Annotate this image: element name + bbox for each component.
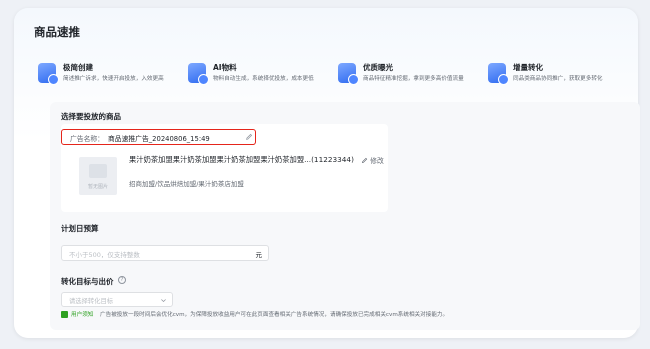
campaign-card: 商品速推 极简创建 简述推广诉求，快速开启投放，入效更高 AI物料 物料自动生成… xyxy=(14,8,640,338)
image-placeholder-icon xyxy=(89,164,107,178)
budget-placeholder: 不小于500，仅支持整数 xyxy=(69,251,140,259)
feature-quality-exposure: 优质曝光 商品特征精准挖掘，拿到更多高价值流量 xyxy=(338,61,488,87)
goal-section-label: 转化目标与出价 xyxy=(61,276,114,287)
feature-ai-material: AI物料 物料自动生成，系统择优投放，成本更低 xyxy=(188,61,338,87)
select-placeholder: 请选择转化目标 xyxy=(69,298,114,305)
product-title: 果汁奶茶加盟果汁奶茶加盟果汁奶茶加盟果汁奶茶加盟...(11223344) xyxy=(129,155,354,164)
goal-label-text: 转化目标与出价 xyxy=(61,277,114,286)
ad-name-field[interactable]: 广告名称： 商品速推广告_20240806_15:49 xyxy=(61,129,256,145)
ai-material-icon xyxy=(188,63,209,85)
notice-text: 广告被投放一段时间后会优化cvm，为保障投放收益用户可在此页面查看相关广告系统情… xyxy=(100,312,449,318)
help-icon[interactable]: ? xyxy=(118,276,126,284)
ad-name-label: 广告名称： xyxy=(70,135,104,143)
product-categories: 招商加盟/饮品烘焙加盟/果汁奶茶店加盟 xyxy=(129,180,244,188)
feature-title: 优质曝光 xyxy=(363,63,393,72)
product-image-placeholder: 暂无图片 xyxy=(79,157,117,195)
conversion-goal-select[interactable]: 请选择转化目标 xyxy=(61,292,173,307)
notice-title: 用户须知 xyxy=(71,312,94,318)
pencil-icon[interactable] xyxy=(245,133,253,141)
feature-title: 极简创建 xyxy=(63,63,93,72)
notice-icon xyxy=(61,311,68,318)
form-panel: 选择要投放的商品 广告名称： 商品速推广告_20240806_15:49 暂无图… xyxy=(50,102,640,330)
edit-product-link[interactable]: 修改 xyxy=(361,155,384,165)
pencil-icon xyxy=(361,157,368,164)
quality-exposure-icon xyxy=(338,63,359,85)
incremental-conversion-icon xyxy=(488,63,509,85)
feature-list: 极简创建 简述推广诉求，快速开启投放，入效更高 AI物料 物料自动生成，系统择优… xyxy=(38,61,638,87)
edit-label: 修改 xyxy=(370,157,384,165)
feature-title: AI物料 xyxy=(213,63,237,72)
image-placeholder-text: 暂无图片 xyxy=(87,184,108,190)
feature-desc: 同品类商品协同推广，获取更多转化 xyxy=(513,76,603,82)
product-box: 广告名称： 商品速推广告_20240806_15:49 暂无图片 果汁奶茶加盟果… xyxy=(61,124,388,212)
simple-create-icon xyxy=(38,63,59,85)
feature-desc: 简述推广诉求，快速开启投放，入效更高 xyxy=(63,76,164,82)
selected-product: 暂无图片 果汁奶茶加盟果汁奶茶加盟果汁奶茶加盟果汁奶茶加盟...(1122334… xyxy=(69,152,385,208)
feature-desc: 商品特征精准挖掘，拿到更多高价值流量 xyxy=(363,76,464,82)
budget-section-label: 计划日预算 xyxy=(61,224,99,233)
chevron-down-icon xyxy=(161,299,166,303)
ad-name-value: 商品速推广告_20240806_15:49 xyxy=(108,135,210,143)
feature-simple-create: 极简创建 简述推广诉求，快速开启投放，入效更高 xyxy=(38,61,188,87)
product-section-label: 选择要投放的商品 xyxy=(61,112,121,121)
daily-budget-input[interactable]: 不小于500，仅支持整数 元 xyxy=(61,245,269,261)
feature-desc: 物料自动生成，系统择优投放，成本更低 xyxy=(213,76,314,82)
currency-suffix: 元 xyxy=(255,251,263,259)
feature-title: 增量转化 xyxy=(513,63,543,72)
page-title: 商品速推 xyxy=(34,25,80,39)
feature-incremental-conversion: 增量转化 同品类商品协同推广，获取更多转化 xyxy=(488,61,638,87)
